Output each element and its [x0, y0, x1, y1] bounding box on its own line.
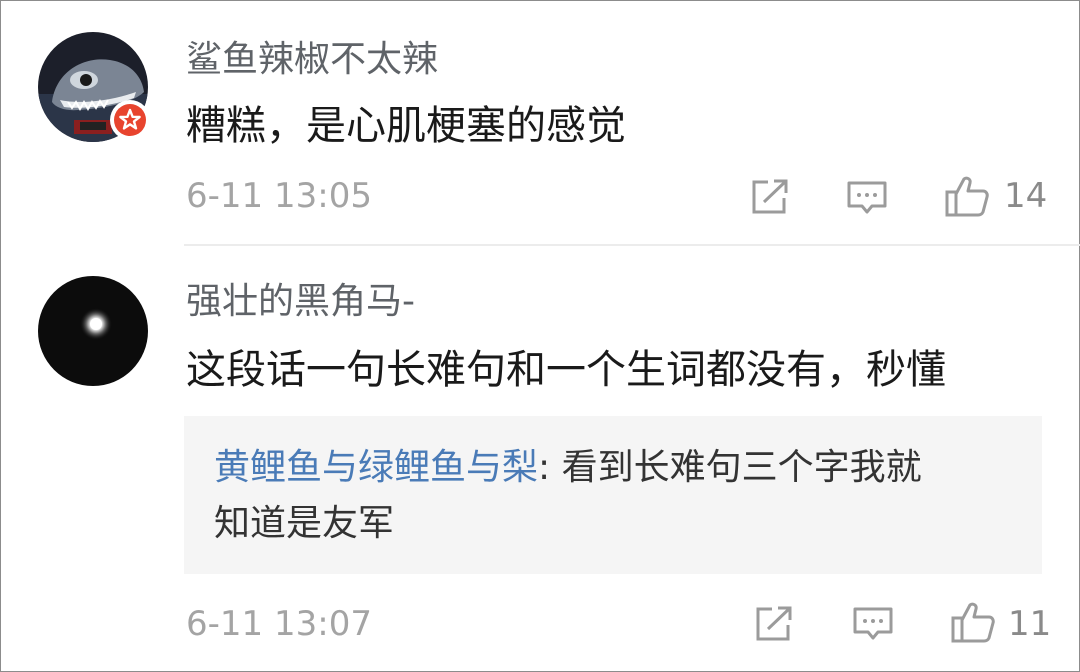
comment-text: 糟糕，是心肌梗塞的感觉 — [186, 103, 626, 149]
moon-avatar — [38, 276, 148, 386]
comment-icon — [847, 181, 887, 214]
repost-icon — [752, 179, 788, 214]
like-count: 11 — [1008, 604, 1052, 644]
comment-username[interactable]: 鲨鱼辣椒不太辣 — [186, 38, 438, 82]
thumbs-up-icon — [945, 176, 989, 217]
verified-badge — [110, 100, 150, 140]
reply-text-continued: 知道是友军 — [214, 503, 395, 544]
repost-button[interactable] — [750, 178, 790, 216]
reply-author[interactable]: 黄鲤鱼与绿鲤鱼与梨 — [214, 447, 538, 488]
reply-separator: : — [538, 447, 562, 488]
thumbs-up-icon — [951, 602, 995, 643]
repost-icon — [756, 606, 792, 641]
repost-button[interactable] — [754, 605, 794, 643]
comment-timestamp: 6-11 13:07 — [186, 604, 372, 644]
like-count: 14 — [1004, 176, 1048, 216]
reply-line: 黄鲤鱼与绿鲤鱼与梨: 看到长难句三个字我就 — [214, 440, 1012, 496]
like-button[interactable] — [944, 174, 990, 218]
reply-text: 看到长难句三个字我就 — [561, 447, 922, 488]
verified-star-badge-icon — [119, 108, 141, 130]
comment-button[interactable] — [852, 606, 894, 642]
comment-divider — [184, 244, 1080, 246]
comment-timestamp: 6-11 13:05 — [186, 176, 372, 216]
comment-icon — [853, 607, 893, 640]
user-avatar[interactable] — [38, 276, 148, 386]
comment-button[interactable] — [846, 180, 888, 216]
like-button[interactable] — [950, 600, 996, 644]
comment-text: 这段话一句长难句和一个生词都没有，秒懂 — [186, 347, 946, 393]
reply-preview[interactable]: 黄鲤鱼与绿鲤鱼与梨: 看到长难句三个字我就 知道是友军 — [184, 416, 1042, 574]
comment-username[interactable]: 强壮的黑角马- — [186, 280, 415, 324]
